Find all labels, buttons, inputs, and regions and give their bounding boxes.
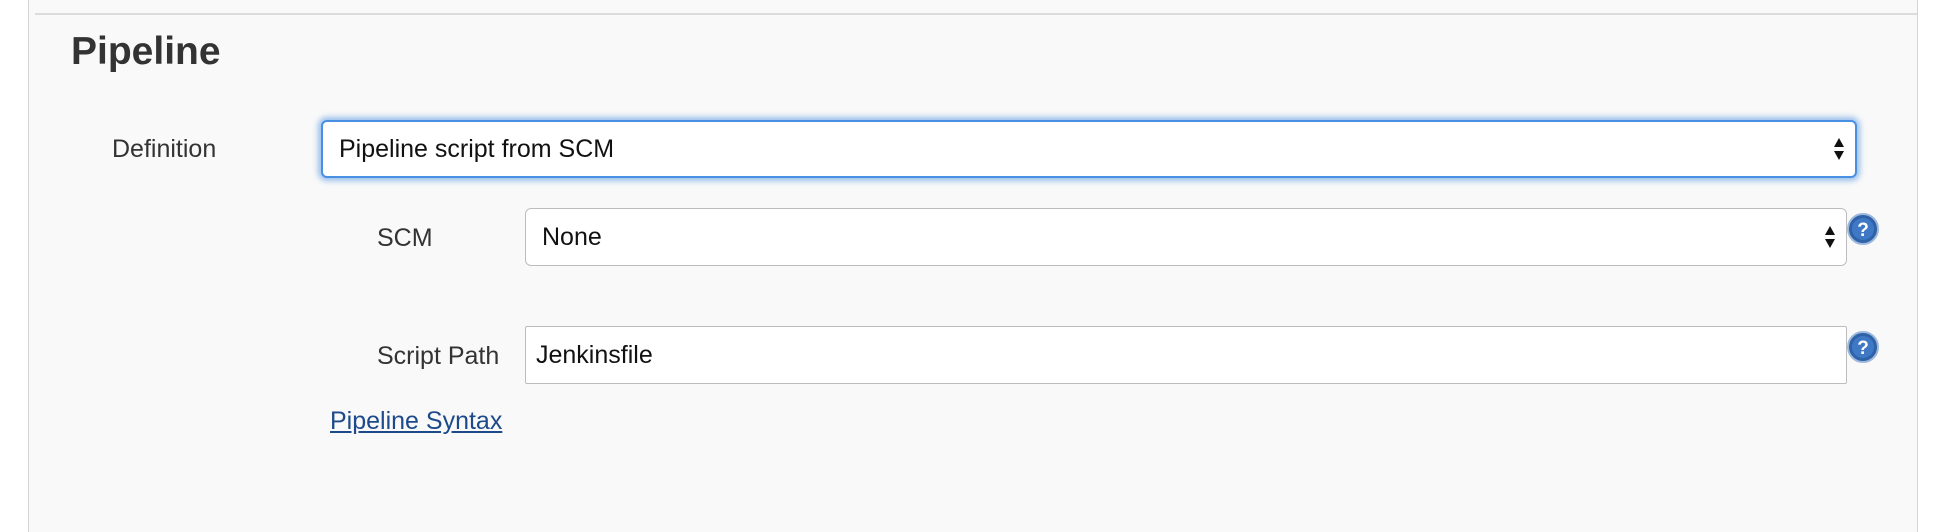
pipeline-syntax-link[interactable]: Pipeline Syntax [330,406,502,436]
section-divider [35,13,1917,15]
scm-select[interactable]: None [525,208,1847,266]
definition-select[interactable]: Pipeline script from SCM [321,120,1857,178]
svg-text:?: ? [1857,338,1869,359]
help-icon[interactable]: ? [1847,213,1879,245]
svg-text:?: ? [1857,220,1869,241]
script-path-value: Jenkinsfile [536,341,653,369]
definition-selected-value: Pipeline script from SCM [339,135,615,163]
scm-label: SCM [377,224,433,252]
script-path-input[interactable]: Jenkinsfile [525,326,1847,384]
script-path-label: Script Path [377,342,500,370]
scm-selected-value: None [542,223,602,251]
section-title: Pipeline [71,30,221,73]
help-icon[interactable]: ? [1847,331,1879,363]
definition-label: Definition [112,135,217,163]
sort-arrows-icon [1825,226,1835,248]
sort-arrows-icon [1834,138,1844,160]
pipeline-config-panel: Pipeline Definition Pipeline script from… [28,0,1918,532]
